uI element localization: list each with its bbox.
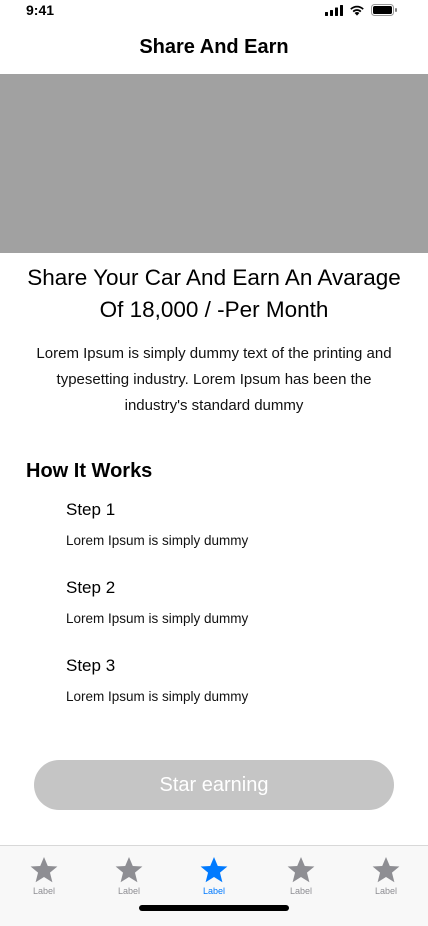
page-title: Share And Earn	[139, 36, 289, 58]
tab-label: Label	[202, 886, 226, 896]
star-icon	[115, 856, 143, 883]
signal-icon	[325, 4, 343, 16]
step-item: Step 3 Lorem Ipsum is simply dummy	[66, 655, 406, 706]
intro-text: Lorem Ipsum is simply dummy text of the …	[36, 345, 392, 414]
battery-icon	[371, 4, 397, 16]
status-icons	[325, 4, 398, 16]
step-item: Step 2 Lorem Ipsum is simply dummy	[66, 577, 406, 628]
tab-bar: Label Label Label Label Label	[0, 845, 428, 926]
how-it-works-title: How It Works	[26, 460, 153, 482]
headline: Share Your Car And Earn An Avarage Of 18…	[27, 265, 401, 322]
star-icon	[200, 856, 228, 883]
start-earning-button[interactable]: Star earning	[34, 760, 394, 810]
status-bar: 9:41	[0, 0, 428, 24]
tab-item-2[interactable]: Label	[99, 856, 159, 896]
tab-label: Label	[374, 886, 398, 896]
star-icon	[287, 856, 315, 883]
tab-item-1[interactable]: Label	[14, 856, 74, 896]
hero-image	[0, 74, 428, 253]
tab-item-4[interactable]: Label	[271, 856, 331, 896]
step-description: Lorem Ipsum is simply dummy	[66, 689, 249, 704]
star-icon	[30, 856, 58, 883]
home-indicator	[139, 905, 289, 911]
step-item: Step 1 Lorem Ipsum is simply dummy	[66, 499, 406, 550]
step-title: Step 1	[66, 500, 116, 519]
step-title: Step 2	[66, 578, 116, 597]
status-time: 9:41	[26, 2, 55, 18]
step-title: Step 3	[66, 656, 116, 675]
wifi-icon	[350, 5, 364, 16]
tab-label: Label	[32, 886, 56, 896]
star-icon	[372, 856, 400, 883]
tab-label: Label	[289, 886, 313, 896]
step-description: Lorem Ipsum is simply dummy	[66, 533, 249, 548]
tab-item-5[interactable]: Label	[356, 856, 416, 896]
tab-item-3[interactable]: Label	[184, 856, 244, 896]
tab-label: Label	[117, 886, 141, 896]
step-description: Lorem Ipsum is simply dummy	[66, 611, 249, 626]
